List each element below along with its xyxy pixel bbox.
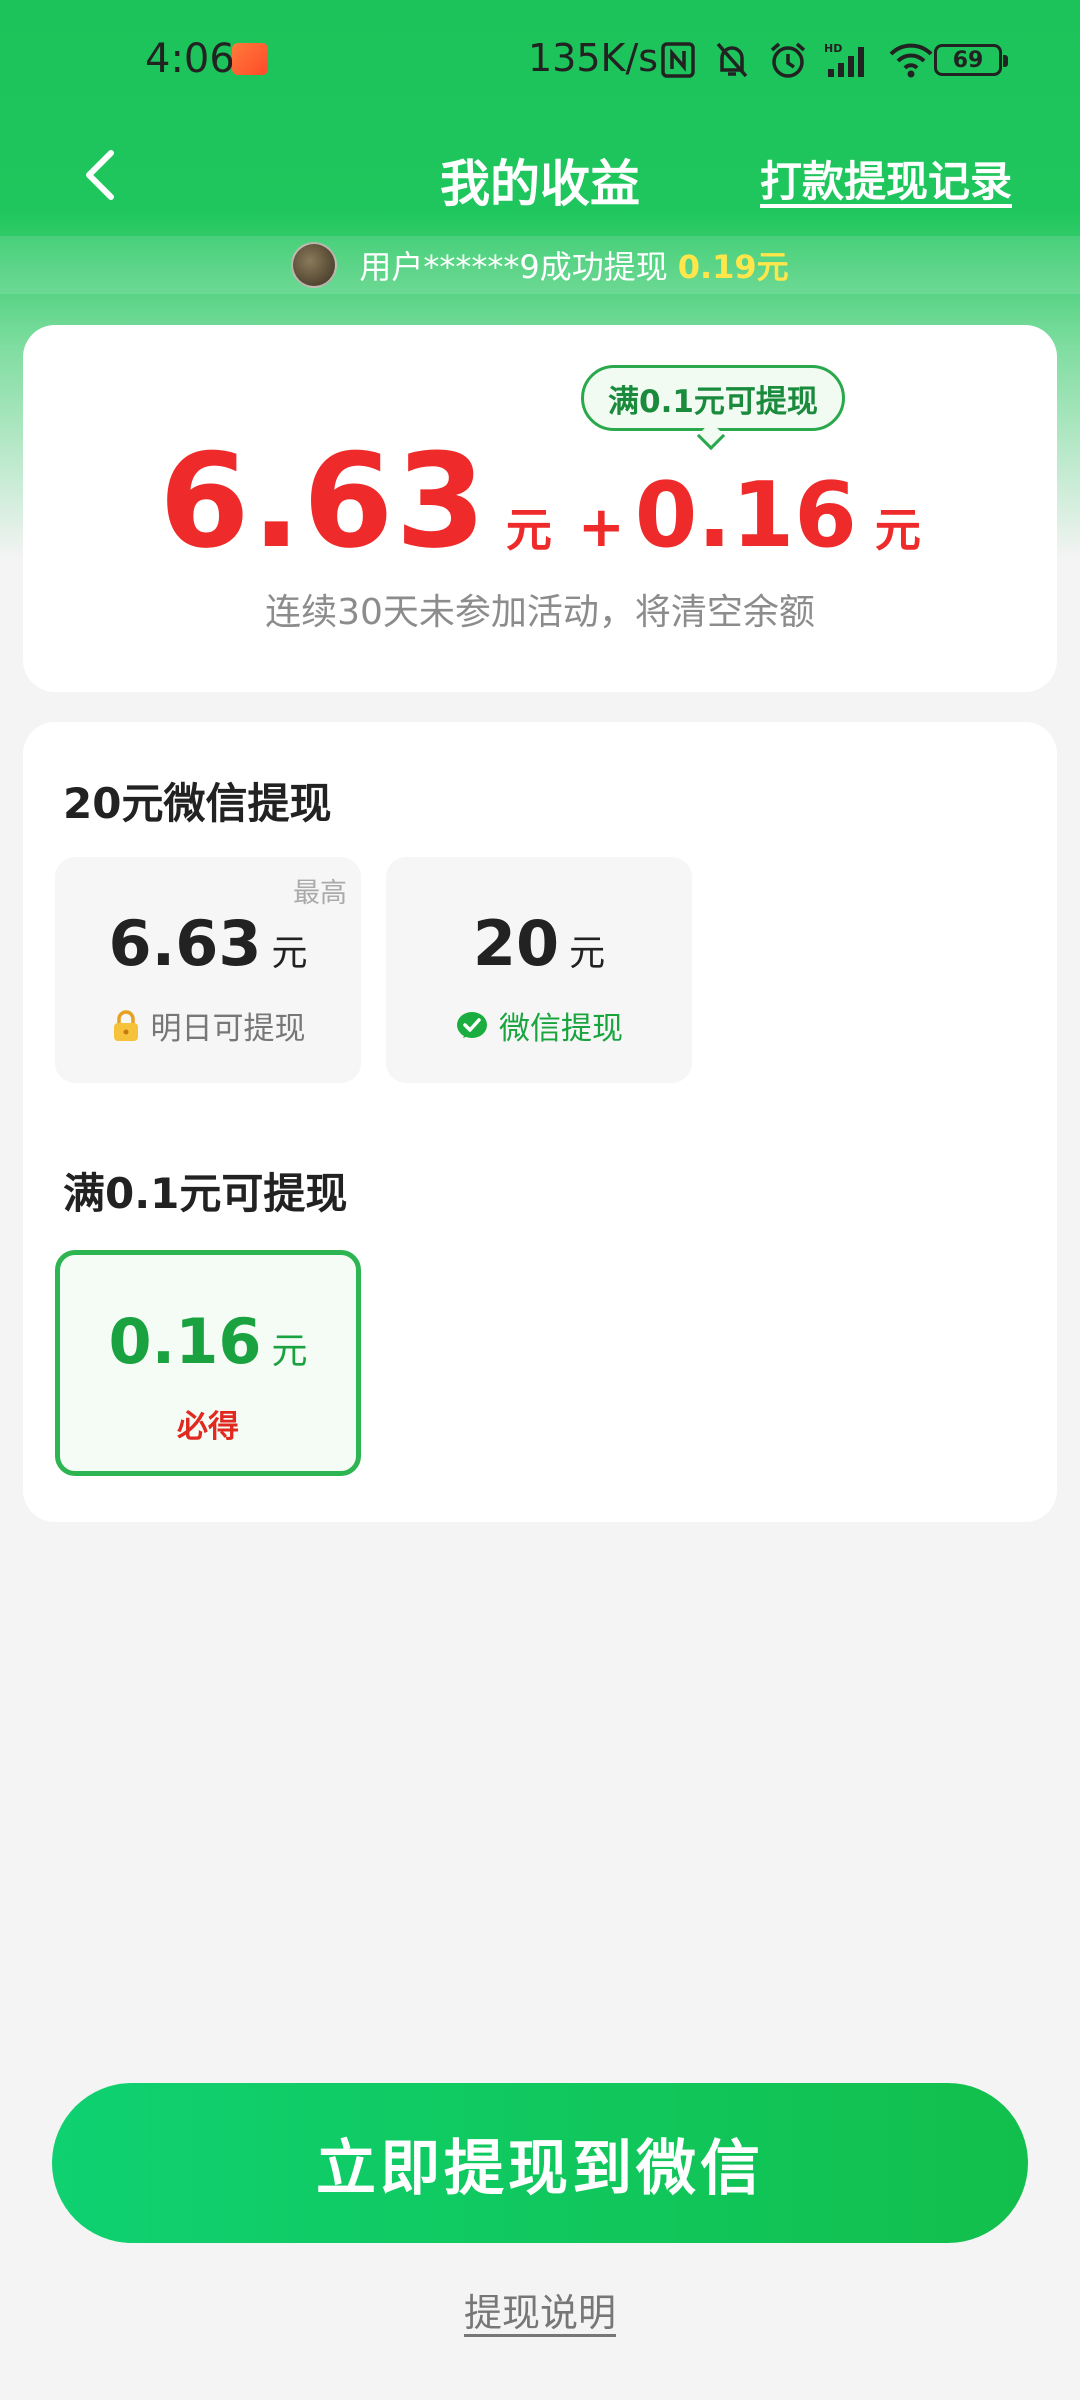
- tile-amount-value: 0.16: [108, 1305, 262, 1378]
- app-notification-icon: [232, 43, 268, 75]
- balance-main-unit: 元: [505, 503, 552, 557]
- withdraw-record-link[interactable]: 打款提现记录: [760, 148, 1012, 209]
- wifi-icon: [889, 43, 933, 78]
- tile-amount: 6.63 元: [55, 907, 361, 980]
- tile-subtitle-text: 微信提现: [499, 1011, 623, 1047]
- tile-subtitle: 微信提现: [386, 1003, 692, 1048]
- ticker-text: 用户******9成功提现: [359, 248, 668, 286]
- max-tag: 最高: [293, 878, 347, 909]
- withdraw-option-tile-selected[interactable]: 0.16 元 必得: [55, 1250, 361, 1476]
- balance-extra-unit: 元: [874, 503, 921, 557]
- network-speed: 135K/s: [528, 36, 659, 80]
- balance-plus-sign: +: [577, 495, 625, 560]
- battery-icon: 69: [934, 44, 1008, 76]
- tile-amount-unit: 元: [271, 933, 308, 974]
- withdraw-help: 提现说明: [0, 2282, 1080, 2337]
- signal-icon: HD: [824, 42, 864, 77]
- status-time: 4:06: [145, 36, 235, 82]
- withdraw-option-tile[interactable]: 20 元 微信提现: [386, 857, 692, 1083]
- status-icons: HD: [660, 38, 934, 82]
- tile-amount-value: 6.63: [108, 907, 262, 980]
- withdraw-ticker: 用户******9成功提现 0.19元: [0, 236, 1080, 294]
- tile-amount-unit: 元: [271, 1331, 308, 1372]
- tile-subtitle: 必得: [60, 1401, 356, 1446]
- tile-subtitle-text: 必得: [177, 1409, 239, 1445]
- alarm-icon: [770, 42, 806, 78]
- tile-amount-unit: 元: [569, 933, 606, 974]
- wechat-check-icon: [457, 1011, 487, 1038]
- tile-subtitle-text: 明日可提现: [150, 1011, 306, 1047]
- withdraw-threshold-tooltip: 满0.1元可提现: [581, 365, 845, 431]
- tile-subtitle: 明日可提现: [55, 1003, 361, 1048]
- svg-text:HD: HD: [824, 42, 842, 55]
- balance-card: 满0.1元可提现 6.63 元 + 0.16 元 连续30天未参加活动，将清空余…: [23, 325, 1057, 692]
- wechat-section-title: 20元微信提现: [63, 779, 332, 828]
- status-bar: 4:06 135K/s HD 69: [0, 0, 1080, 120]
- balance-amount-row: 6.63 元 + 0.16 元: [23, 425, 1057, 577]
- balance-main-amount: 6.63: [159, 425, 488, 577]
- withdraw-option-tile[interactable]: 最高 6.63 元 明日可提现: [55, 857, 361, 1083]
- mute-icon: [716, 42, 748, 78]
- ticker-amount: 0.19元: [677, 248, 789, 286]
- page-header: 我的收益 打款提现记录: [0, 120, 1080, 230]
- lock-icon: [113, 1009, 138, 1041]
- balance-expiry-note: 连续30天未参加活动，将清空余额: [265, 592, 815, 633]
- withdraw-options-card: 20元微信提现 最高 6.63 元 明日可提现 20 元 微信提现 满0.1元可…: [23, 722, 1057, 1522]
- withdraw-help-link[interactable]: 提现说明: [464, 2291, 616, 2335]
- avatar: [291, 242, 338, 288]
- min-section-title: 满0.1元可提现: [63, 1169, 348, 1218]
- tile-amount: 0.16 元: [60, 1305, 356, 1378]
- tile-amount-value: 20: [472, 907, 560, 980]
- earnings-page: 4:06 135K/s HD 69 我的收益 打款提现记录 用户******9成…: [0, 0, 1080, 2400]
- balance-extra-amount: 0.16: [634, 463, 857, 568]
- nfc-icon: [661, 42, 695, 78]
- withdraw-to-wechat-button[interactable]: 立即提现到微信: [52, 2083, 1028, 2243]
- tile-amount: 20 元: [386, 907, 692, 980]
